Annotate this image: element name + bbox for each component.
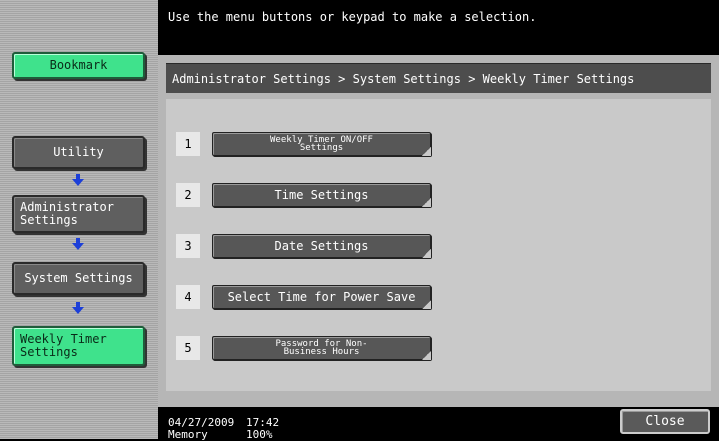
- memory-label: Memory: [168, 428, 208, 441]
- corner-decoration: [422, 351, 431, 360]
- main-panel: Administrator Settings > System Settings…: [158, 55, 719, 407]
- close-button[interactable]: Close: [620, 409, 710, 434]
- sidebar-item-administrator-settings[interactable]: Administrator Settings: [12, 195, 145, 233]
- breadcrumb: Administrator Settings > System Settings…: [166, 63, 711, 93]
- menu-button-label: Date Settings: [274, 239, 369, 253]
- corner-decoration: [422, 300, 431, 309]
- bookmark-button[interactable]: Bookmark: [12, 52, 145, 79]
- menu-button-label: Password for Non-Business Hours: [275, 339, 368, 357]
- menu-number: 3: [176, 234, 200, 258]
- menu-number: 4: [176, 285, 200, 309]
- corner-decoration: [422, 147, 431, 156]
- time-settings-button[interactable]: Time Settings: [212, 183, 431, 207]
- menu-button-label: Weekly Timer ON/OFF Settings: [270, 135, 373, 153]
- date-settings-button[interactable]: Date Settings: [212, 234, 431, 258]
- instruction-message: Use the menu buttons or keypad to make a…: [168, 10, 537, 24]
- time-display: 17:42: [246, 416, 280, 429]
- menu-item: 1 Weekly Timer ON/OFF Settings: [176, 132, 432, 156]
- menu-area: 1 Weekly Timer ON/OFF Settings 2 Time Se…: [166, 99, 711, 391]
- menu-item: 5 Password for Non-Business Hours: [176, 336, 432, 360]
- arrow-down-icon: [71, 238, 85, 250]
- sidebar: Bookmark Utility Administrator Settings …: [0, 0, 158, 439]
- menu-item: 3 Date Settings: [176, 234, 432, 258]
- menu-number: 5: [176, 336, 200, 360]
- menu-number: 1: [176, 132, 200, 156]
- password-for-non-business-hours-button[interactable]: Password for Non-Business Hours: [212, 336, 431, 360]
- corner-decoration: [422, 198, 431, 207]
- sidebar-item-system-settings[interactable]: System Settings: [12, 262, 145, 295]
- menu-button-label: Time Settings: [274, 188, 369, 202]
- menu-item: 4 Select Time for Power Save: [176, 285, 432, 309]
- arrow-down-icon: [71, 174, 85, 186]
- sidebar-item-utility[interactable]: Utility: [12, 136, 145, 169]
- arrow-down-icon: [71, 302, 85, 314]
- menu-button-label: Select Time for Power Save: [227, 290, 416, 304]
- select-time-for-power-save-button[interactable]: Select Time for Power Save: [212, 285, 431, 309]
- corner-decoration: [422, 249, 431, 258]
- menu-item: 2 Time Settings: [176, 183, 432, 207]
- status-bar: 04/27/2009 17:42 Memory 100% Close: [158, 407, 719, 441]
- weekly-timer-on-off-button[interactable]: Weekly Timer ON/OFF Settings: [212, 132, 431, 156]
- menu-number: 2: [176, 183, 200, 207]
- memory-value: 100%: [246, 428, 273, 441]
- date-display: 04/27/2009: [168, 416, 235, 429]
- sidebar-item-weekly-timer-settings[interactable]: Weekly Timer Settings: [12, 326, 145, 366]
